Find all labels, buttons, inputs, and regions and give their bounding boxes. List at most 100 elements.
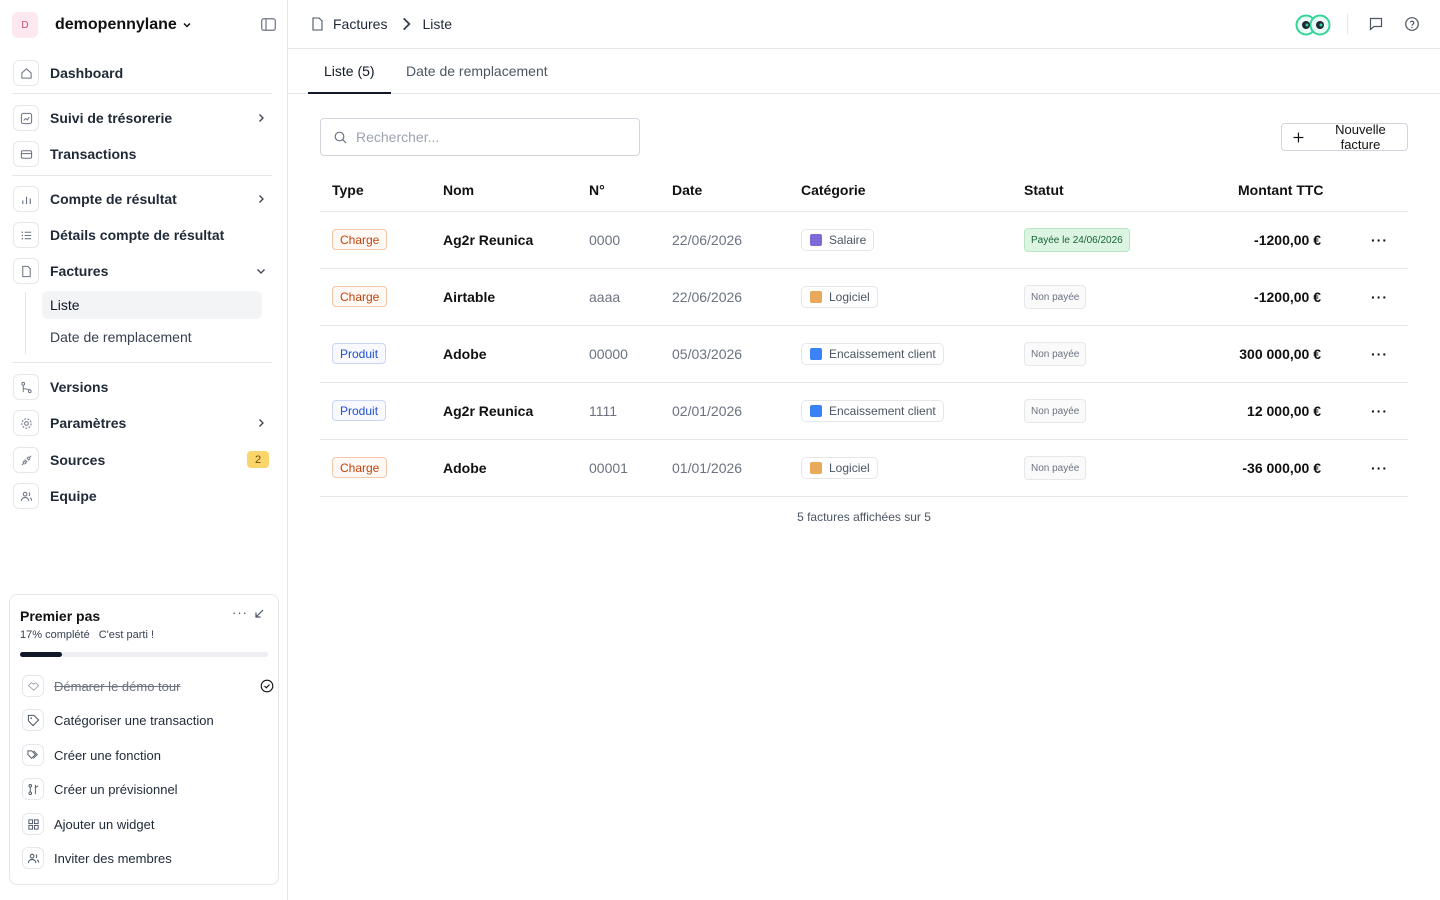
chevron-right-icon [259,114,264,122]
tab-date-remplacement[interactable]: Date de remplacement [406,49,548,93]
sidebar-item-versions[interactable]: Versions [12,373,272,401]
sidebar-item-parametres[interactable]: Paramètres [12,409,272,437]
sidebar-item-equipe[interactable]: Equipe [12,482,272,510]
progress-bar-fill [20,652,63,657]
column-header-type[interactable]: Type [332,182,364,198]
onboarding-item-demo-tour[interactable]: Démarer le démo tour [22,673,274,699]
tab-liste[interactable]: Liste (5) [308,49,391,94]
column-header-numero[interactable]: N° [589,182,605,198]
invoice-name: Adobe [443,346,487,362]
sidebar-item-factures[interactable]: Factures [12,257,272,285]
divider [12,93,272,94]
document-icon [312,17,323,31]
column-header-montant[interactable]: Montant TTC [1238,182,1324,198]
search-box [320,118,640,156]
logo-icon [1295,14,1331,36]
sources-count-badge: 2 [247,451,269,468]
search-icon [334,131,347,143]
tag-icon [22,709,44,731]
row-more-icon[interactable]: ··· [1371,346,1387,362]
table-row[interactable]: Produit Adobe 00000 05/03/2026 Encaissement … [320,326,1408,383]
onboarding-card: Premier pas ··· 17% complété C'est parti… [9,594,279,885]
row-more-icon[interactable]: ··· [1371,232,1387,248]
sidebar-subitem-date-remplacement[interactable]: Date de remplacement [42,323,262,351]
column-header-categorie[interactable]: Catégorie [801,182,866,198]
status-badge: Non payée [1024,399,1087,423]
invoice-name: Adobe [443,460,487,476]
new-invoice-label: Nouvelle facture [1335,122,1386,152]
users-icon [22,847,44,869]
column-header-statut[interactable]: Statut [1024,182,1064,198]
invoice-date: 01/01/2026 [672,460,743,476]
onboarding-item-previsionnel[interactable]: Créer un prévisionnel [22,776,270,802]
sidebar-item-tresorerie[interactable]: Suivi de trésorerie [12,104,272,132]
invoice-amount: -1200,00 € [1254,232,1321,248]
table-row[interactable]: Charge Adobe 00001 01/01/2026 Logiciel Non pa… [320,440,1408,497]
more-icon[interactable]: ··· [232,605,248,620]
column-header-nom[interactable]: Nom [443,182,474,198]
invoice-name: Airtable [443,289,496,305]
sidebar-item-label: Détails compte de résultat [50,227,225,243]
category-label: Logiciel [829,290,870,304]
sidebar-item-compte-resultat[interactable]: Compte de résultat [12,185,272,213]
onboarding-item-label: Inviter des membres [54,850,172,866]
sidebar-item-label: Paramètres [50,415,127,431]
invoice-date: 22/06/2026 [672,232,743,248]
table-row[interactable]: Produit Ag2r Reunica 1111 02/01/2026 Encaiss… [320,383,1408,440]
type-badge: Charge [332,286,388,307]
chevron-down-icon [183,22,191,28]
table-header: Type Nom N° Date Catégorie Statut Montan… [320,168,1408,212]
sidebar-item-label: Compte de résultat [50,191,177,207]
plus-icon [1293,132,1304,142]
column-header-date[interactable]: Date [672,182,702,198]
type-badge: Charge [332,229,388,250]
sidebar-subitem-liste[interactable]: Liste [42,291,262,319]
onboarding-item-fonction[interactable]: Créer une fonction [22,742,270,768]
sidebar-item-label: Equipe [50,488,97,504]
table-row[interactable]: Charge Airtable aaaa 22/06/2026 Logiciel Non … [320,269,1408,326]
new-invoice-button[interactable]: Nouvelle facture [1281,122,1408,152]
sidebar-toggle-icon[interactable] [261,18,276,31]
sidebar: D demopennylane Dashboard Suivi de tréso… [0,0,288,900]
workspace-name: demopennylane [55,16,177,33]
sidebar-item-dashboard[interactable]: Dashboard [12,59,272,87]
help-icon[interactable] [1404,16,1420,32]
search-input[interactable] [356,129,626,145]
sidebar-item-label: Versions [50,379,109,395]
onboarding-item-categoriser[interactable]: Catégoriser une transaction [22,707,270,733]
sidebar-item-label: Factures [50,263,109,279]
category-badge: Salaire [801,229,875,251]
breadcrumb-section[interactable]: Factures [333,16,387,32]
category-badge: Encaissement client [801,343,944,365]
progress-bar [20,652,268,657]
chat-icon[interactable] [1368,16,1384,32]
invoice-number: 00001 [589,460,628,476]
row-more-icon[interactable]: ··· [1371,460,1387,476]
tags-icon [22,744,44,766]
row-more-icon[interactable]: ··· [1371,403,1387,419]
top-bar: Factures Liste [288,0,1440,49]
gear-icon [13,410,39,436]
invoice-number: 00000 [589,346,628,362]
workspace-switcher[interactable]: D demopennylane [12,12,276,38]
status-badge: Non payée [1024,456,1087,480]
submenu-line [25,292,26,354]
divider [1347,14,1348,34]
chevron-right-icon [403,17,412,31]
chevron-down-icon [257,269,265,274]
collapse-icon[interactable] [253,608,265,620]
sidebar-item-label: Suivi de trésorerie [50,110,173,126]
sidebar-item-transactions[interactable]: Transactions [12,140,272,168]
onboarding-item-widget[interactable]: Ajouter un widget [22,811,270,837]
sidebar-item-sources[interactable]: Sources 2 [12,446,272,474]
table-row[interactable]: Charge Ag2r Reunica 0000 22/06/2026 Salaire P… [320,212,1408,269]
invoice-amount: 12 000,00 € [1247,403,1321,419]
invoice-name: Ag2r Reunica [443,232,534,248]
onboarding-item-inviter[interactable]: Inviter des membres [22,845,270,871]
status-badge: Payée le 24/06/2026 [1024,228,1130,252]
row-more-icon[interactable]: ··· [1371,289,1387,305]
type-badge: Charge [332,457,388,478]
category-label: Salaire [829,233,867,247]
sidebar-item-details-compte[interactable]: Détails compte de résultat [12,221,272,249]
category-badge: Logiciel [801,457,878,479]
